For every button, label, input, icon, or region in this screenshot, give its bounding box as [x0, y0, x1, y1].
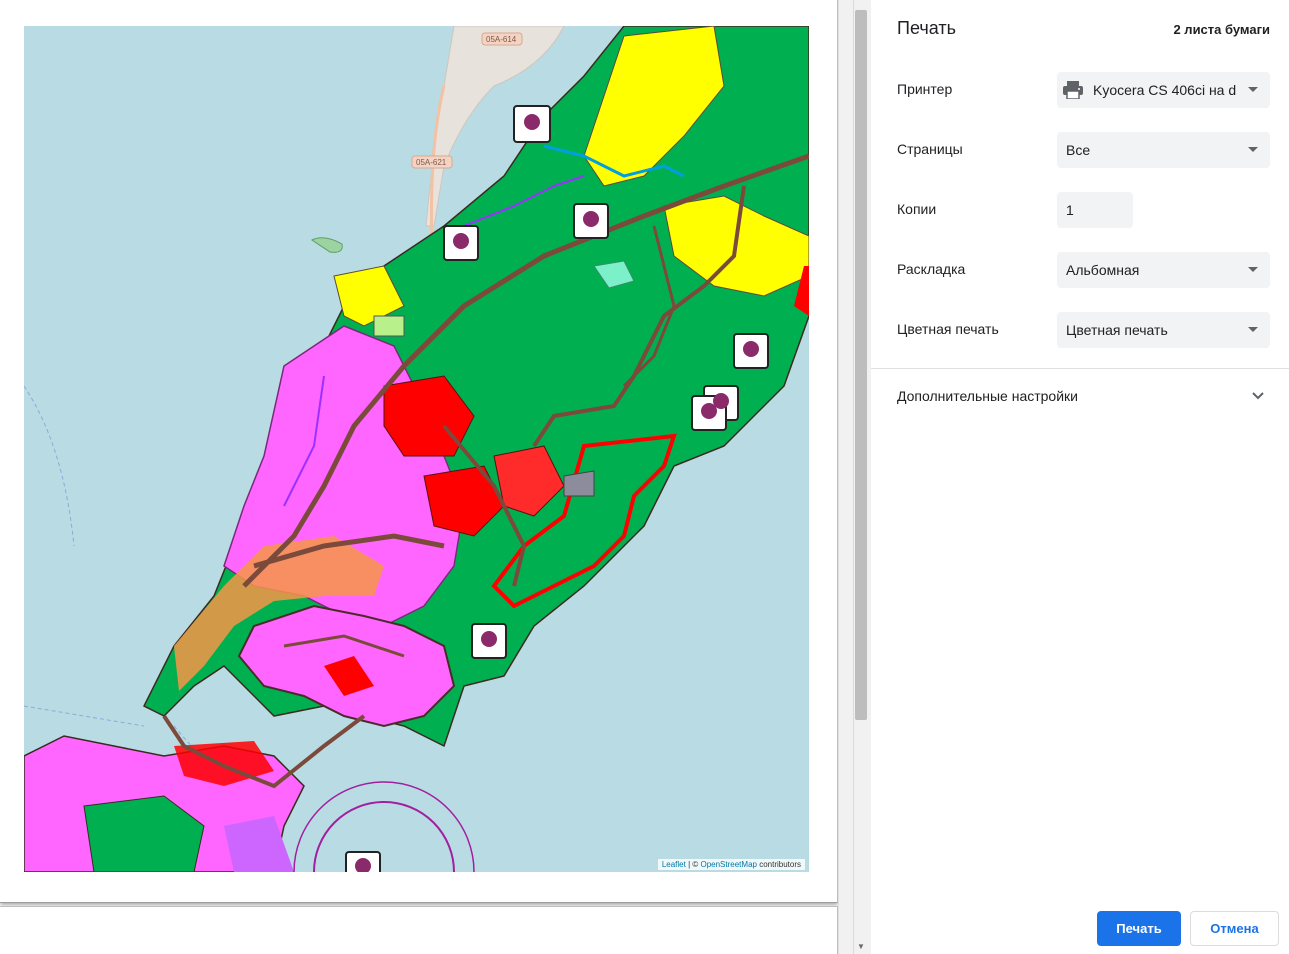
printer-label: Принтер — [897, 81, 953, 97]
openstreetmap-link[interactable]: OpenStreetMap — [700, 860, 756, 869]
road-label-1: 05A-614 — [486, 35, 517, 44]
map-graphic: 05A-614 05A-621 — [24, 26, 809, 872]
dropdown-arrow-icon — [1248, 267, 1258, 272]
pages-select[interactable]: Все — [1057, 132, 1270, 168]
layout-value: Альбомная — [1066, 262, 1140, 278]
scroll-track — [853, 0, 854, 954]
leaflet-link[interactable]: Leaflet — [662, 860, 686, 869]
preview-scrollbar[interactable]: ▼ — [838, 0, 871, 954]
printer-icon — [1063, 81, 1083, 99]
color-label: Цветная печать — [897, 321, 999, 337]
print-preview: 05A-614 05A-621 Leaflet | © OpenStreetMa… — [0, 0, 838, 954]
panel-title: Печать — [897, 18, 956, 38]
copies-value: 1 — [1066, 202, 1074, 218]
copies-label: Копии — [897, 201, 937, 217]
section-divider — [871, 368, 1289, 369]
scroll-thumb[interactable] — [855, 10, 867, 720]
copies-input[interactable]: 1 — [1057, 192, 1133, 228]
map-attribution: Leaflet | © OpenStreetMap contributors — [657, 859, 805, 870]
attribution-separator: | © — [685, 860, 701, 869]
color-select[interactable]: Цветная печать — [1057, 312, 1270, 348]
cancel-button[interactable]: Отмена — [1190, 911, 1279, 946]
printer-select[interactable]: Kyocera CS 406ci на d — [1057, 72, 1270, 108]
dropdown-arrow-icon — [1248, 327, 1258, 332]
pages-label: Страницы — [897, 141, 963, 157]
chevron-down-icon[interactable] — [1251, 389, 1265, 403]
pages-value: Все — [1066, 142, 1091, 158]
zoning-map: 05A-614 05A-621 Leaflet | © OpenStreetMa… — [24, 26, 809, 872]
preview-page-2 — [0, 906, 838, 954]
print-settings-panel: Печать 2 листа бумаги Принтер Kyocera CS… — [871, 0, 1289, 954]
more-settings-toggle[interactable]: Дополнительные настройки — [897, 388, 1078, 404]
attribution-suffix: contributors — [756, 860, 801, 869]
printer-value: Kyocera CS 406ci на d — [1093, 82, 1237, 98]
dropdown-arrow-icon — [1248, 87, 1258, 92]
preview-page-1: 05A-614 05A-621 Leaflet | © OpenStreetMa… — [0, 0, 838, 903]
dropdown-arrow-icon — [1248, 147, 1258, 152]
layout-select[interactable]: Альбомная — [1057, 252, 1270, 288]
layout-label: Раскладка — [897, 261, 966, 277]
print-button[interactable]: Печать — [1097, 911, 1181, 946]
road-label-2: 05A-621 — [416, 158, 447, 167]
scroll-down-arrow-icon[interactable]: ▼ — [856, 942, 866, 952]
color-value: Цветная печать — [1066, 322, 1168, 338]
sheet-count: 2 листа бумаги — [1173, 22, 1270, 37]
